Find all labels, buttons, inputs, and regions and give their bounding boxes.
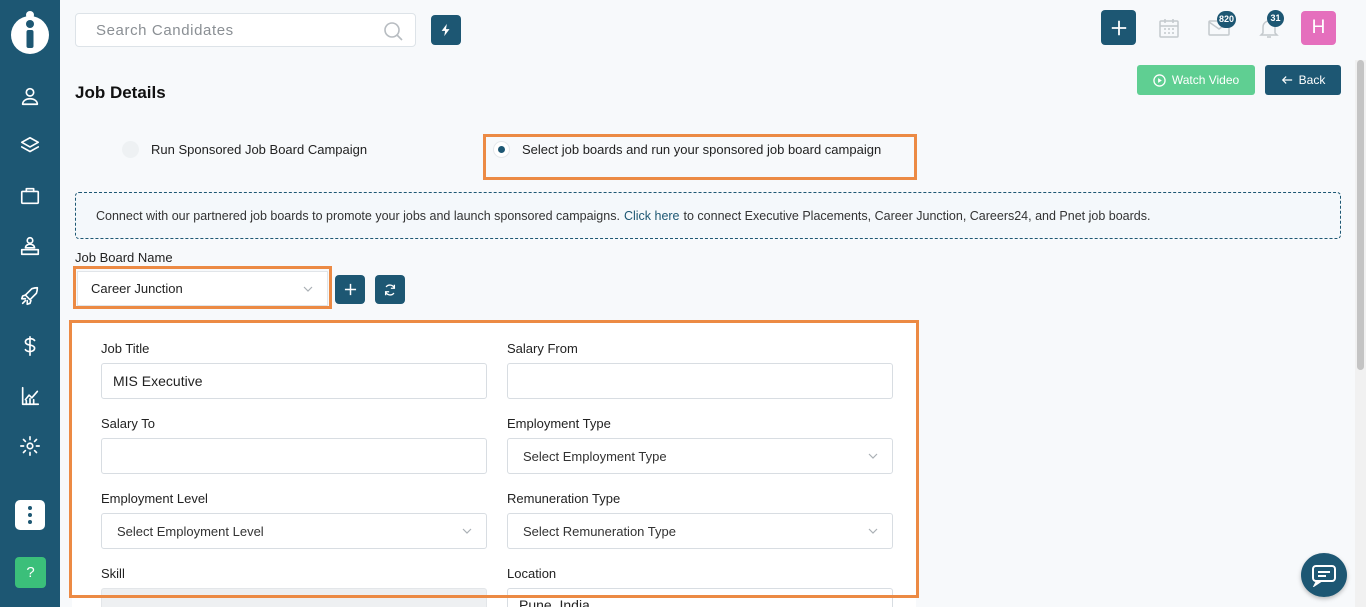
arrow-left-icon — [1281, 76, 1292, 84]
job-board-label: Job Board Name — [75, 250, 173, 265]
plus-icon — [1111, 20, 1126, 35]
help-button[interactable]: ? — [15, 557, 46, 588]
play-circle-icon — [1153, 73, 1166, 87]
app-logo[interactable] — [10, 10, 50, 56]
user-icon[interactable] — [15, 81, 45, 111]
team-icon[interactable] — [15, 231, 45, 261]
partner-info-box: Connect with our partnered job boards to… — [75, 192, 1341, 239]
settings-icon[interactable] — [15, 431, 45, 461]
back-label: Back — [1298, 73, 1326, 87]
bolt-icon — [441, 23, 450, 37]
chat-icon — [1312, 565, 1336, 587]
dollar-icon[interactable] — [15, 331, 45, 361]
watch-video-button[interactable]: Watch Video — [1137, 65, 1255, 95]
search-input[interactable] — [76, 14, 366, 46]
user-avatar[interactable]: H — [1301, 11, 1336, 45]
search-icon[interactable] — [383, 21, 403, 41]
page-scrollbar[interactable] — [1355, 60, 1366, 607]
highlight-frame — [73, 266, 332, 309]
plus-icon — [344, 283, 356, 296]
more-menu-button[interactable] — [15, 500, 45, 530]
back-button[interactable]: Back — [1265, 65, 1341, 95]
add-new-button[interactable] — [1101, 10, 1136, 45]
briefcase-icon[interactable] — [15, 181, 45, 211]
quick-action-button[interactable] — [431, 15, 461, 45]
radio-button[interactable] — [122, 141, 139, 158]
calendar-icon[interactable] — [1157, 16, 1181, 40]
sidebar: ? — [0, 0, 60, 607]
highlight-frame — [483, 134, 917, 180]
info-text: Connect with our partnered job boards to… — [96, 208, 620, 223]
search-box — [75, 13, 416, 47]
highlight-frame — [69, 320, 919, 598]
rocket-icon[interactable] — [15, 281, 45, 311]
info-text-after: to connect Executive Placements, Career … — [683, 208, 1151, 223]
add-job-board-button[interactable] — [335, 275, 365, 304]
refresh-icon — [384, 283, 396, 296]
radio-label: Run Sponsored Job Board Campaign — [151, 142, 368, 157]
chat-button[interactable] — [1301, 553, 1347, 597]
analytics-icon[interactable] — [15, 381, 45, 411]
connect-link[interactable]: Click here — [624, 209, 680, 223]
watch-video-label: Watch Video — [1171, 73, 1240, 87]
scrollbar-thumb[interactable] — [1357, 60, 1364, 370]
layers-icon[interactable] — [15, 131, 45, 161]
page-title: Job Details — [75, 83, 166, 102]
mail-count-badge: 820 — [1217, 11, 1237, 28]
radio-run-sponsored-campaign[interactable]: Run Sponsored Job Board Campaign — [122, 141, 367, 158]
refresh-job-boards-button[interactable] — [375, 275, 405, 304]
notification-count-badge: 31 — [1267, 10, 1284, 27]
